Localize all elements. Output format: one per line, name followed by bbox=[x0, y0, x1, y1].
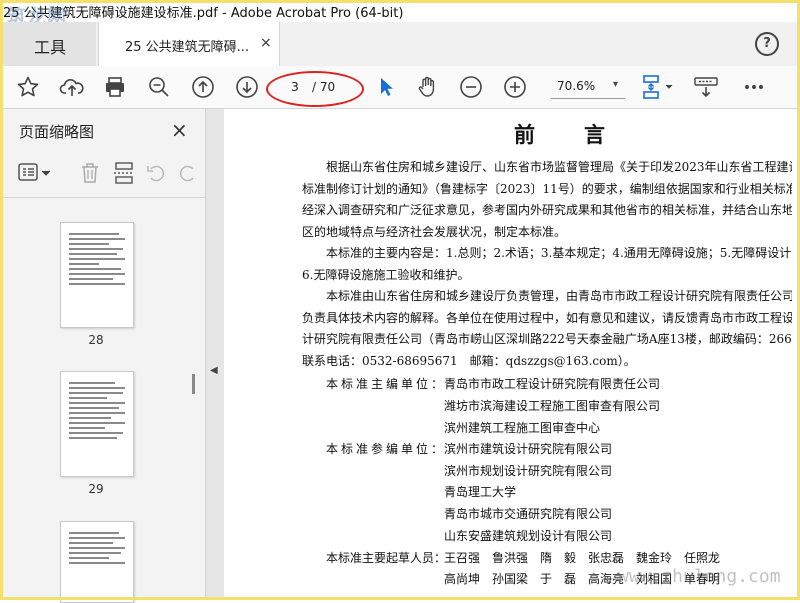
insert-page-icon[interactable] bbox=[113, 161, 135, 189]
tab-tools-label: 工具 bbox=[34, 38, 67, 57]
acrobat-window: 25 公共建筑无障碍设施建设标准.pdf - Adobe Acrobat Pro… bbox=[0, 0, 800, 603]
tab-tools[interactable]: 工具 bbox=[3, 22, 96, 66]
text-line: 本标准的主要内容是：1.总则；2.术语；3.基本规定；4.通用无障碍设施；5.无… bbox=[326, 246, 792, 260]
hand-tool-icon[interactable] bbox=[415, 74, 441, 100]
zoom-select[interactable]: 70.6% ▾ bbox=[551, 76, 625, 99]
page-number-input[interactable]: 3 bbox=[281, 78, 309, 96]
chevron-down-icon: ▾ bbox=[613, 79, 619, 90]
main-toolbar: 3 / 70 70.6% ▾ bbox=[3, 66, 797, 109]
paragraph-2: 本标准的主要内容是：1.总则；2.术语；3.基本规定；4.通用无障碍设施；5.无… bbox=[302, 243, 792, 286]
text-line: 负责具体技术内容的解释。各单位在使用过程中，如有意见和建议，请反馈青岛市市政工程… bbox=[302, 310, 792, 325]
thumbnail-options-icon[interactable] bbox=[17, 161, 55, 189]
thumbnail-page-number: 28 bbox=[88, 333, 104, 347]
page-thumbnail[interactable] bbox=[60, 222, 134, 328]
help-icon[interactable]: ? bbox=[755, 32, 779, 56]
print-icon[interactable] bbox=[102, 74, 128, 100]
participant-unit: 山东安盛建筑规划设计有限公司 bbox=[444, 529, 613, 543]
tab-document[interactable]: 25 公共建筑无障碍... × bbox=[98, 22, 280, 67]
paragraph-1: 根据山东省住房和城乡建设厅、山东省市场监督管理局《关于印发2023年山东省工程建… bbox=[302, 157, 792, 243]
rotate-right-icon[interactable] bbox=[177, 161, 199, 189]
participant-unit: 滨州市规划设计研究院有限公司 bbox=[444, 464, 613, 478]
window-border bbox=[0, 0, 3, 600]
text-line: 计研究院有限责任公司（青岛市崂山区深圳路222号天泰金融广场A座13楼，邮政编码… bbox=[302, 332, 792, 346]
page-thumbnail[interactable] bbox=[60, 371, 134, 477]
bookmark-star-icon[interactable] bbox=[15, 74, 41, 100]
drafters-names: 王召强 鲁洪强 隋 毅 张忠磊 魏金玲 任照龙 bbox=[444, 551, 721, 565]
next-page-icon[interactable] bbox=[234, 74, 260, 100]
zoom-value: 70.6% bbox=[557, 79, 596, 93]
page-thumbnail[interactable] bbox=[60, 521, 134, 603]
text-line: 本标准由山东省住房和城乡建设厅负责管理，由青岛市市政工程设计研究院有限责任公司 bbox=[326, 289, 792, 303]
footer-watermark: www.zhulong.com bbox=[618, 566, 781, 587]
more-options-icon[interactable] bbox=[741, 74, 767, 100]
participant-unit: 青岛市城市交通研究院有限公司 bbox=[444, 507, 613, 521]
pdf-page: 前 言 根据山东省住房和城乡建设厅、山东省市场监督管理局《关于印发2023年山东… bbox=[224, 109, 797, 597]
text-line: 区的地域特点与经济社会发展状况，制定本标准。 bbox=[302, 224, 567, 239]
paragraph-3: 本标准由山东省住房和城乡建设厅负责管理，由青岛市市政工程设计研究院有限责任公司 … bbox=[302, 286, 792, 372]
tab-bar: 工具 25 公共建筑无障碍... × ? bbox=[3, 22, 797, 67]
zoom-out-icon[interactable] bbox=[458, 74, 484, 100]
select-cursor-icon[interactable] bbox=[373, 74, 399, 100]
text-line: 根据山东省住房和城乡建设厅、山东省市场监督管理局《关于印发2023年山东省工程建… bbox=[326, 160, 792, 174]
panel-title: 页面缩略图 bbox=[19, 123, 95, 141]
rotate-left-icon[interactable] bbox=[145, 161, 167, 189]
page-display-icon[interactable] bbox=[639, 74, 675, 100]
previous-page-icon[interactable] bbox=[190, 74, 216, 100]
participant-label: 本标准参编单位： bbox=[326, 442, 447, 456]
title-bar: 25 公共建筑无障碍设施建设标准.pdf - Adobe Acrobat Pro… bbox=[3, 0, 797, 28]
close-panel-icon[interactable]: × bbox=[171, 118, 188, 142]
panel-toolbar bbox=[13, 159, 203, 187]
close-tab-icon[interactable]: × bbox=[260, 35, 272, 51]
zoom-out-search-icon[interactable] bbox=[146, 74, 172, 100]
document-view: 前 言 根据山东省住房和城乡建设厅、山东省市场监督管理局《关于印发2023年山东… bbox=[224, 109, 797, 597]
page-total: / 70 bbox=[312, 80, 336, 94]
panel-splitter[interactable]: ◀ bbox=[206, 109, 224, 597]
text-line: 联系电话：0532-68695671 邮箱：qdszzgs@163.com）。 bbox=[302, 353, 636, 368]
panel-divider bbox=[3, 197, 205, 198]
participant-unit: 滨州市建筑设计研究院有限公司 bbox=[444, 442, 613, 456]
zoom-in-icon[interactable] bbox=[502, 74, 528, 100]
panel-scrollbar[interactable] bbox=[192, 374, 195, 394]
chief-editor-label: 本标准主编单位： bbox=[326, 377, 447, 391]
delete-trash-icon[interactable] bbox=[79, 161, 101, 189]
tab-document-label: 25 公共建筑无障碍... bbox=[125, 40, 250, 55]
text-line: 6.无障碍设施施工验收和维护。 bbox=[302, 267, 470, 282]
scroll-mode-icon[interactable] bbox=[693, 74, 719, 100]
drafters-label: 本标准主要起草人员： bbox=[326, 551, 447, 565]
chief-editor-unit: 滨州建筑工程施工图审查中心 bbox=[444, 421, 601, 435]
chief-editor-unit: 青岛市市政工程设计研究院有限责任公司 bbox=[444, 377, 661, 391]
thumbnail-panel: 页面缩略图 × 28 29 bbox=[3, 109, 206, 603]
upload-cloud-icon[interactable] bbox=[59, 74, 85, 100]
thumbnail-page-number: 29 bbox=[88, 482, 104, 496]
participant-unit: 青岛理工大学 bbox=[444, 485, 517, 499]
text-line: 经深入调查研究和广泛征求意见，参考国内外研究成果和其他省市的相关标准，并结合山东… bbox=[302, 203, 792, 217]
page-heading: 前 言 bbox=[514, 122, 619, 147]
text-line: 标准制修订计划的通知》（鲁建标字〔2023〕11号）的要求，编制组依据国家和行业… bbox=[302, 181, 792, 196]
collapse-panel-icon[interactable]: ◀ bbox=[210, 365, 218, 376]
chief-editor-unit: 潍坊市滨海建设工程施工图审查有限公司 bbox=[444, 399, 661, 413]
window-border bbox=[0, 0, 800, 3]
